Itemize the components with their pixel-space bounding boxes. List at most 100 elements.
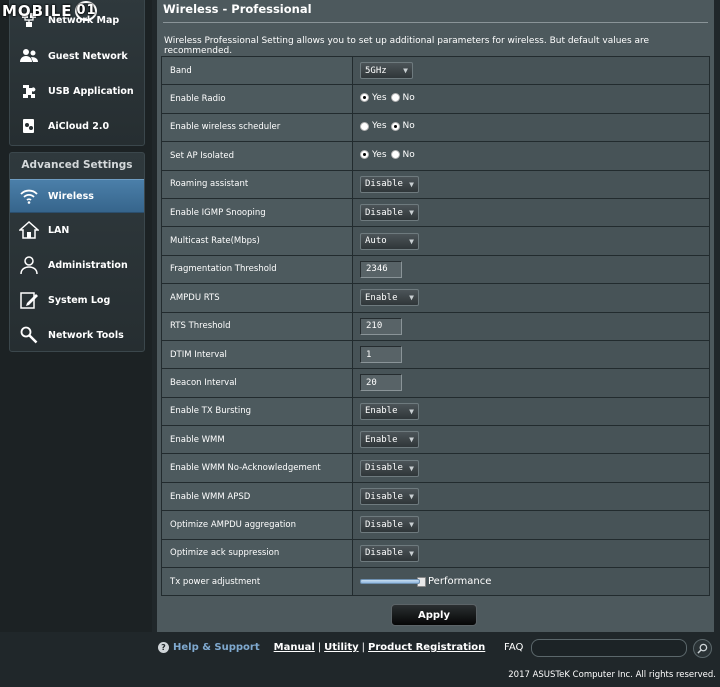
igmp-snooping-select[interactable]: Disable ▼ — [360, 204, 419, 222]
main-panel: Wireless - Professional Wireless Profess… — [157, 0, 714, 632]
ap-isolated-options: Yes No — [360, 150, 419, 160]
page-title: Wireless - Professional — [163, 2, 312, 16]
setting-row-multicast-rate: Multicast Rate(Mbps) Auto ▼ — [161, 226, 710, 256]
network-tools-icon — [18, 324, 40, 346]
setting-row-wireless-scheduler: Enable wireless scheduler Yes No — [161, 112, 710, 143]
wmm-apsd-select[interactable]: Disable ▼ — [360, 488, 419, 506]
band-select[interactable]: 5GHz ▼ — [360, 62, 413, 80]
sidebar-item-guest-network[interactable]: Guest Network — [10, 39, 144, 73]
help-support-label: Help & Support — [173, 642, 260, 653]
chevron-down-icon: ▼ — [409, 406, 414, 416]
beacon-interval-input[interactable]: 20 — [360, 374, 402, 392]
setting-label: Enable wireless scheduler — [161, 112, 353, 143]
faq-search-button[interactable] — [693, 639, 712, 658]
tx-power-slider-track[interactable] — [360, 579, 420, 585]
chevron-down-icon: ▼ — [409, 236, 414, 246]
setting-row-dtim-interval: DTIM Interval 1 — [161, 339, 710, 370]
sidebar-item-system-log[interactable]: System Log — [10, 283, 144, 317]
setting-label: RTS Threshold — [161, 311, 353, 341]
sidebar-item-network-tools[interactable]: Network Tools — [10, 318, 144, 352]
roaming-assistant-select[interactable]: Disable ▼ — [360, 175, 419, 193]
setting-label: Band — [161, 55, 353, 86]
help-row: ? Help & Support Manual | Utility | Prod… — [158, 642, 485, 653]
setting-label: Optimize AMPDU aggregation — [161, 510, 353, 540]
setting-label: Tx power adjustment — [161, 567, 353, 597]
setting-row-wmm: Enable WMM Enable ▼ — [161, 425, 710, 455]
guest-network-icon — [18, 45, 40, 67]
setting-row-enable-radio: Enable Radio Yes No — [161, 84, 710, 114]
sidebar-item-usb-application[interactable]: USB Application — [10, 74, 144, 108]
ampdu-aggregation-select[interactable]: Disable ▼ — [360, 516, 419, 534]
tx-bursting-select[interactable]: Enable ▼ — [360, 402, 419, 420]
sidebar-item-lan[interactable]: LAN — [10, 213, 144, 247]
setting-row-wmm-apsd: Enable WMM APSD Disable ▼ — [161, 481, 710, 512]
setting-label: Optimize ack suppression — [161, 538, 353, 569]
chevron-down-icon: ▼ — [403, 66, 408, 76]
product-registration-link[interactable]: Product Registration — [368, 642, 485, 653]
sidebar-item-label: System Log — [48, 294, 111, 306]
setting-row-beacon-interval: Beacon Interval 20 — [161, 368, 710, 398]
chevron-down-icon: ▼ — [409, 293, 414, 303]
setting-row-ampdu-rts: AMPDU RTS Enable ▼ — [161, 283, 710, 313]
rts-threshold-input[interactable]: 210 — [360, 317, 402, 335]
setting-label: Enable WMM APSD — [161, 481, 353, 512]
setting-label: Beacon Interval — [161, 368, 353, 398]
cloud-icon — [18, 115, 40, 137]
wireless-scheduler-no-radio[interactable] — [390, 121, 400, 131]
faq-search-input[interactable] — [531, 639, 687, 657]
sidebar-item-aicloud[interactable]: AiCloud 2.0 — [10, 109, 144, 143]
chevron-down-icon: ▼ — [409, 548, 414, 558]
usb-icon — [18, 80, 40, 102]
chevron-down-icon: ▼ — [409, 492, 414, 502]
wmm-no-ack-select[interactable]: Disable ▼ — [360, 459, 419, 477]
ampdu-rts-select[interactable]: Enable ▼ — [360, 289, 419, 307]
utility-link[interactable]: Utility — [324, 642, 358, 653]
sidebar-item-label: USB Application — [48, 85, 134, 97]
sidebar-item-label: Administration — [48, 259, 128, 271]
setting-row-rts-threshold: RTS Threshold 210 — [161, 311, 710, 341]
sidebar-item-administration[interactable]: Administration — [10, 248, 144, 282]
chevron-down-icon: ▼ — [409, 435, 414, 445]
dtim-interval-input[interactable]: 1 — [360, 346, 402, 364]
tx-power-slider[interactable]: Performance — [360, 576, 491, 587]
enable-radio-yes-radio[interactable] — [360, 93, 369, 103]
enable-radio-no-radio[interactable] — [390, 93, 400, 103]
ap-isolated-yes-radio[interactable] — [360, 150, 369, 160]
wmm-select[interactable]: Enable ▼ — [360, 431, 419, 449]
setting-label: Enable IGMP Snooping — [161, 197, 353, 228]
setting-label: Multicast Rate(Mbps) — [161, 226, 353, 256]
manual-link[interactable]: Manual — [274, 642, 315, 653]
advanced-settings-title: Advanced Settings — [21, 159, 133, 171]
setting-label: DTIM Interval — [161, 339, 353, 370]
ack-suppression-select[interactable]: Disable ▼ — [360, 544, 419, 562]
setting-label: Roaming assistant — [161, 169, 353, 199]
footer: ? Help & Support Manual | Utility | Prod… — [0, 632, 720, 687]
setting-label: Enable WMM No-Acknowledgement — [161, 453, 353, 483]
setting-row-ack-suppression: Optimize ack suppression Disable ▼ — [161, 538, 710, 569]
title-divider — [163, 22, 708, 23]
wireless-scheduler-yes-radio[interactable] — [360, 121, 369, 131]
setting-row-tx-bursting: Enable TX Bursting Enable ▼ — [161, 396, 710, 427]
mobile01-watermark: MOBILE 01 — [2, 0, 97, 22]
multicast-rate-select[interactable]: Auto ▼ — [360, 232, 419, 250]
help-question-icon: ? — [158, 642, 169, 653]
watermark-ring: 01 — [74, 1, 97, 21]
chevron-down-icon: ▼ — [409, 179, 414, 189]
setting-label: Set AP Isolated — [161, 141, 353, 171]
enable-radio-options: Yes No — [360, 93, 419, 103]
apply-button[interactable]: Apply — [391, 604, 477, 626]
chevron-down-icon: ▼ — [409, 208, 414, 218]
sidebar-item-label: Network Tools — [48, 329, 124, 341]
copyright: 2017 ASUSTeK Computer Inc. All rights re… — [508, 670, 716, 680]
setting-row-wmm-no-ack: Enable WMM No-Acknowledgement Disable ▼ — [161, 453, 710, 483]
sidebar-item-wireless[interactable]: Wireless — [10, 179, 144, 213]
wireless-scheduler-options: Yes No — [360, 121, 419, 131]
fragmentation-threshold-input[interactable]: 2346 — [360, 260, 402, 278]
search-icon — [697, 643, 708, 654]
home-icon — [18, 219, 40, 241]
watermark-text: MOBILE — [2, 2, 73, 20]
page-description: Wireless Professional Setting allows you… — [164, 36, 650, 56]
ap-isolated-no-radio[interactable] — [390, 150, 400, 160]
sidebar-item-label: AiCloud 2.0 — [48, 120, 110, 132]
setting-row-tx-power: Tx power adjustment Performance — [161, 567, 710, 597]
